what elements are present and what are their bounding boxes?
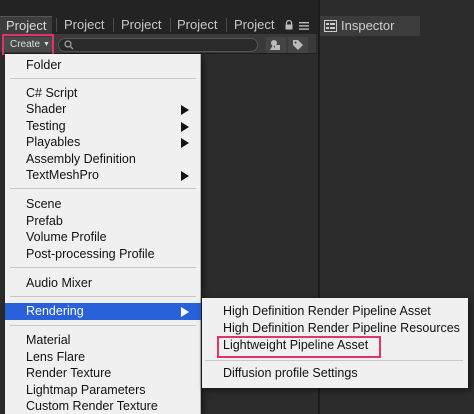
menu-item-textmeshpro[interactable]: TextMeshPro	[5, 167, 201, 184]
menu-item-label: Post-processing Profile	[26, 247, 155, 261]
menu-item-playables[interactable]: Playables	[5, 134, 201, 151]
menu-item-label: Rendering	[26, 304, 84, 318]
create-menu: Folder C# Script Shader Testing Playable…	[5, 54, 201, 414]
tab-label: Project	[121, 17, 162, 32]
lightweight-highlight-box	[217, 336, 381, 358]
menu-separator	[10, 78, 196, 79]
tab-menu-icon[interactable]	[299, 22, 309, 30]
menu-item-label: Testing	[26, 119, 66, 133]
menu-item-folder[interactable]: Folder	[5, 57, 201, 74]
menu-separator	[205, 360, 463, 361]
menu-item-prefab[interactable]: Prefab	[5, 213, 201, 230]
menu-item-label: Scene	[26, 197, 62, 211]
submenu-arrow-icon	[181, 171, 189, 181]
menu-item-label: Assembly Definition	[26, 152, 136, 166]
create-highlight-box	[2, 34, 54, 56]
menu-item-custom-render-texture[interactable]: Custom Render Texture	[5, 398, 201, 414]
inspector-icon	[324, 20, 337, 32]
tab-project-4[interactable]: Project	[171, 16, 227, 34]
tab-project-2[interactable]: Project	[58, 16, 114, 34]
submenu-item-hdrp-asset[interactable]: High Definition Render Pipeline Asset	[202, 303, 468, 320]
menu-item-label: Diffusion profile Settings	[223, 366, 358, 380]
menu-separator	[10, 325, 196, 326]
menu-item-label: C# Script	[26, 86, 78, 100]
tab-inspector[interactable]: Inspector	[320, 16, 420, 36]
lock-icon[interactable]	[284, 20, 294, 30]
tab-label: Inspector	[341, 18, 395, 33]
menu-item-render-texture[interactable]: Render Texture	[5, 365, 201, 382]
menu-item-label: Folder	[26, 58, 62, 72]
tab-label: Project	[177, 17, 218, 32]
menu-item-label: Material	[26, 333, 71, 347]
filter-by-label-button[interactable]	[288, 37, 308, 53]
menu-item-label: High Definition Render Pipeline Resource…	[223, 321, 460, 335]
tab-project-3[interactable]: Project	[115, 16, 171, 34]
menu-item-volume-profile[interactable]: Volume Profile	[5, 229, 201, 246]
menu-item-csharp-script[interactable]: C# Script	[5, 85, 201, 102]
tag-icon	[293, 40, 303, 50]
menu-item-lens-flare[interactable]: Lens Flare	[5, 349, 201, 366]
menu-item-label: Audio Mixer	[26, 276, 92, 290]
menu-item-label: Render Texture	[26, 366, 112, 380]
menu-item-label: Lightmap Parameters	[26, 383, 146, 397]
menu-item-lightmap-parameters[interactable]: Lightmap Parameters	[5, 382, 201, 399]
submenu-arrow-icon	[181, 122, 189, 132]
menu-item-label: Prefab	[26, 214, 63, 228]
search-input[interactable]	[58, 38, 258, 52]
submenu-arrow-icon	[181, 105, 189, 115]
submenu-arrow-icon	[181, 138, 189, 148]
submenu-arrow-icon	[181, 307, 189, 317]
submenu-item-diffusion-profile-settings[interactable]: Diffusion profile Settings	[202, 365, 468, 382]
menu-separator	[10, 267, 196, 268]
filter-by-type-button[interactable]	[266, 37, 286, 53]
menu-item-label: High Definition Render Pipeline Asset	[223, 304, 431, 318]
tab-divider	[56, 18, 57, 32]
menu-separator	[10, 296, 196, 297]
menu-item-audio-mixer[interactable]: Audio Mixer	[5, 275, 201, 292]
menu-item-material[interactable]: Material	[5, 332, 201, 349]
tab-divider	[226, 18, 227, 32]
shapes-icon	[270, 40, 280, 50]
search-icon	[64, 40, 74, 50]
menu-separator	[10, 188, 196, 189]
menu-item-label: Volume Profile	[26, 230, 107, 244]
tab-project-1[interactable]: Project	[0, 16, 52, 34]
tab-label: Project	[64, 17, 105, 32]
menu-item-post-processing-profile[interactable]: Post-processing Profile	[5, 246, 201, 263]
menu-item-label: TextMeshPro	[26, 168, 99, 182]
menu-item-label: Custom Render Texture	[26, 399, 158, 413]
submenu-item-hdrp-resources[interactable]: High Definition Render Pipeline Resource…	[202, 320, 468, 337]
menu-item-testing[interactable]: Testing	[5, 118, 201, 135]
tab-label: Project	[6, 18, 47, 33]
menu-item-assembly-definition[interactable]: Assembly Definition	[5, 151, 201, 168]
tab-project-5[interactable]: Project	[228, 16, 282, 34]
menu-item-label: Shader	[26, 102, 67, 116]
menu-item-shader[interactable]: Shader	[5, 101, 201, 118]
tab-label: Project	[234, 17, 275, 32]
tab-divider	[113, 18, 114, 32]
menu-item-label: Lens Flare	[26, 350, 86, 364]
menu-item-rendering[interactable]: Rendering	[5, 303, 201, 320]
menu-item-scene[interactable]: Scene	[5, 196, 201, 213]
menu-item-label: Playables	[26, 135, 81, 149]
